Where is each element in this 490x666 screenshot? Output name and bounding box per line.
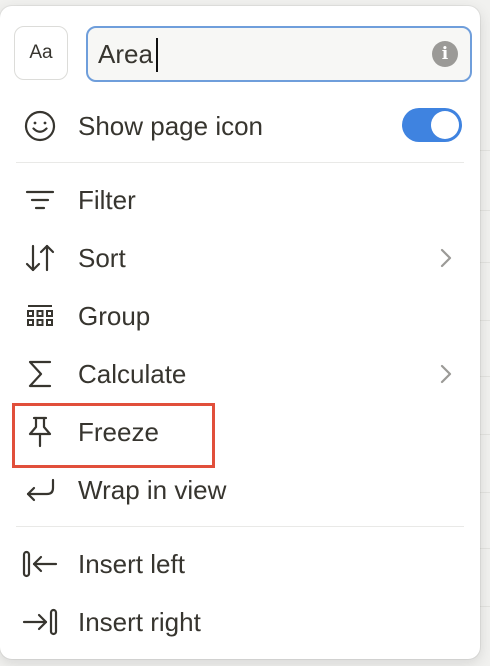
- menu-item-label: Group: [78, 300, 151, 331]
- info-icon[interactable]: i: [432, 41, 458, 67]
- filter-icon: [20, 180, 60, 220]
- bg-row-line: [480, 606, 490, 607]
- bg-row-line: [480, 150, 490, 151]
- menu-item-filter[interactable]: Filter: [14, 174, 466, 226]
- text-caret: [156, 38, 158, 72]
- bg-row-line: [480, 434, 490, 435]
- menu-item-insert-left[interactable]: Insert left: [14, 538, 466, 590]
- bg-row-line: [480, 492, 490, 493]
- menu-item-freeze[interactable]: Freeze: [14, 406, 466, 458]
- group-grid-icon: [20, 296, 60, 336]
- menu-item-label: Insert left: [78, 548, 185, 579]
- bg-row-line: [480, 376, 490, 377]
- insert-right-icon: [20, 602, 60, 642]
- show-page-icon-toggle[interactable]: [402, 108, 462, 142]
- bg-row-line: [480, 320, 490, 321]
- pin-icon: [20, 412, 60, 452]
- property-name-row: Aa i: [14, 26, 472, 82]
- property-type-button[interactable]: Aa: [14, 26, 68, 80]
- menu-item-insert-right[interactable]: Insert right: [14, 596, 466, 648]
- show-page-icon-row[interactable]: Show page icon: [14, 100, 466, 152]
- menu-item-sort[interactable]: Sort: [14, 232, 466, 284]
- menu-item-label: Wrap in view: [78, 474, 227, 505]
- property-name-input[interactable]: [98, 36, 418, 72]
- bg-row-line: [480, 548, 490, 549]
- menu-item-calculate[interactable]: Calculate: [14, 348, 466, 400]
- menu-item-label: Insert right: [78, 606, 201, 637]
- menu-item-label: Calculate: [78, 358, 187, 389]
- menu-item-group[interactable]: Group: [14, 290, 466, 342]
- wrap-arrow-icon: [20, 470, 60, 510]
- insert-left-icon: [20, 544, 60, 584]
- chevron-right-icon: [432, 360, 460, 388]
- sort-arrows-icon: [20, 238, 60, 278]
- smiley-icon: [20, 106, 60, 146]
- bg-row-line: [480, 210, 490, 211]
- menu-item-wrap-in-view[interactable]: Wrap in view: [14, 464, 466, 516]
- chevron-right-icon: [432, 244, 460, 272]
- bg-row-line: [480, 262, 490, 263]
- menu-item-label: Freeze: [78, 416, 159, 447]
- toggle-knob: [431, 111, 459, 139]
- info-icon-glyph: i: [441, 44, 449, 64]
- show-page-icon-label: Show page icon: [78, 110, 264, 141]
- menu-divider: [16, 526, 464, 527]
- menu-divider: [16, 162, 464, 163]
- sigma-icon: [20, 354, 60, 394]
- property-name-field[interactable]: i: [86, 26, 472, 82]
- menu-item-label: Sort: [78, 242, 126, 273]
- property-menu: Aa i Show page icon: [0, 6, 480, 659]
- property-type-label: Aa: [29, 42, 53, 63]
- menu-item-label: Filter: [78, 184, 136, 215]
